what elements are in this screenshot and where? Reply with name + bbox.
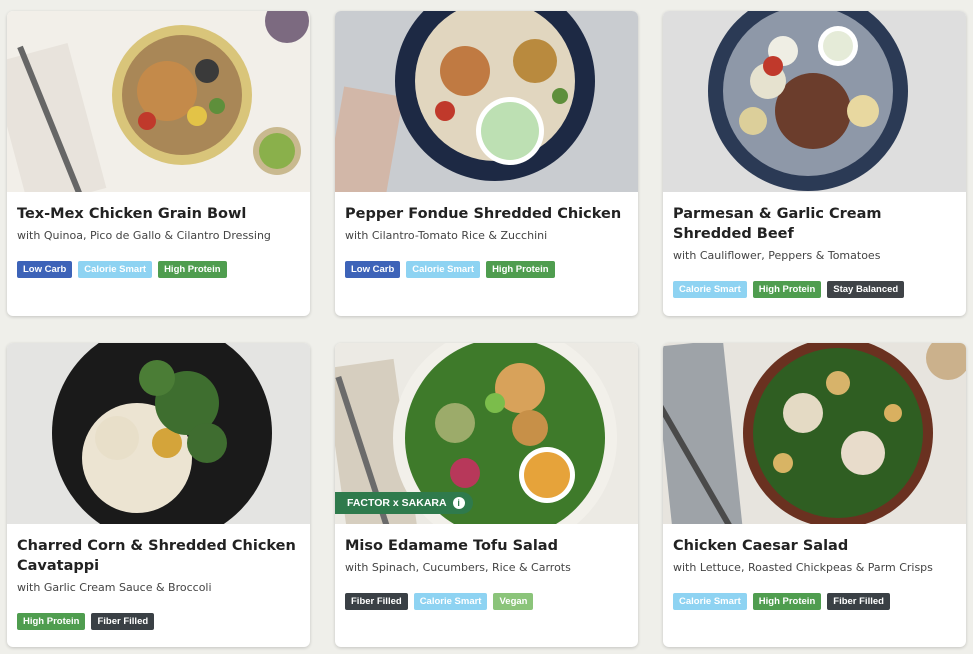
badge-high-protein: High Protein [752, 593, 822, 610]
meal-title[interactable]: Parmesan & Garlic Cream Shredded Beef [673, 204, 956, 244]
badge-low-carb: Low Carb [345, 261, 401, 278]
meal-card-tex-mex[interactable]: Tex-Mex Chicken Grain Bowl with Quinoa, … [7, 11, 310, 316]
meal-title[interactable]: Chicken Caesar Salad [673, 536, 956, 556]
meal-title[interactable]: Miso Edamame Tofu Salad [345, 536, 628, 556]
meal-card-cavatappi[interactable]: Charred Corn & Shredded Chicken Cavatapp… [7, 343, 310, 647]
badge-calorie-smart: Calorie Smart [78, 261, 153, 278]
badge-fiber-filled: Fiber Filled [827, 593, 890, 610]
meal-subtitle: with Lettuce, Roasted Chickpeas & Parm C… [673, 561, 933, 574]
meal-title[interactable]: Charred Corn & Shredded Chicken Cavatapp… [17, 536, 300, 576]
meal-card-parmesan-beef[interactable]: Parmesan & Garlic Cream Shredded Beef wi… [663, 11, 966, 316]
badge-row: Calorie Smart High Protein Stay Balanced [673, 281, 956, 298]
meal-image[interactable] [663, 11, 966, 192]
badge-calorie-smart: Calorie Smart [673, 593, 747, 610]
badge-calorie-smart: Calorie Smart [406, 261, 481, 278]
partner-label: FACTOR x SAKARA [347, 497, 447, 509]
badge-high-protein: High Protein [486, 261, 555, 278]
badge-row: Low Carb Calorie Smart High Protein [17, 261, 300, 278]
badge-high-protein: High Protein [158, 261, 227, 278]
badge-high-protein: High Protein [17, 613, 86, 630]
meal-image[interactable] [335, 11, 638, 192]
meal-image[interactable]: FACTOR x SAKARA i [335, 343, 638, 524]
badge-row: High Protein Fiber Filled [17, 613, 300, 630]
badge-calorie-smart: Calorie Smart [673, 281, 747, 298]
meal-subtitle: with Cauliflower, Peppers & Tomatoes [673, 249, 881, 262]
meal-subtitle: with Cilantro-Tomato Rice & Zucchini [345, 229, 548, 242]
meal-title[interactable]: Tex-Mex Chicken Grain Bowl [17, 204, 300, 224]
badge-row: Low Carb Calorie Smart High Protein [345, 261, 628, 278]
meal-subtitle: with Spinach, Cucumbers, Rice & Carrots [345, 561, 571, 574]
badge-fiber-filled: Fiber Filled [345, 593, 408, 610]
meal-subtitle: with Quinoa, Pico de Gallo & Cilantro Dr… [17, 229, 271, 242]
meal-card-pepper-fondue[interactable]: Pepper Fondue Shredded Chicken with Cila… [335, 11, 638, 316]
meal-image[interactable] [7, 11, 310, 192]
badge-row: Fiber Filled Calorie Smart Vegan [345, 593, 628, 610]
badge-stay-balanced: Stay Balanced [827, 281, 905, 298]
badge-calorie-smart: Calorie Smart [413, 593, 488, 610]
badge-low-carb: Low Carb [17, 261, 73, 278]
meal-image[interactable] [7, 343, 310, 524]
meal-subtitle: with Garlic Cream Sauce & Broccoli [17, 581, 212, 594]
badge-vegan: Vegan [493, 593, 534, 610]
meal-card-caesar-salad[interactable]: Chicken Caesar Salad with Lettuce, Roast… [663, 343, 966, 647]
meal-title[interactable]: Pepper Fondue Shredded Chicken [345, 204, 628, 224]
partner-badge[interactable]: FACTOR x SAKARA i [335, 492, 473, 514]
meal-image[interactable] [663, 343, 966, 524]
badge-row: Calorie Smart High Protein Fiber Filled [673, 593, 956, 610]
badge-high-protein: High Protein [752, 281, 822, 298]
badge-fiber-filled: Fiber Filled [91, 613, 155, 630]
meal-card-miso-tofu[interactable]: FACTOR x SAKARA i Miso Edamame Tofu Sala… [335, 343, 638, 647]
info-icon[interactable]: i [452, 497, 465, 509]
